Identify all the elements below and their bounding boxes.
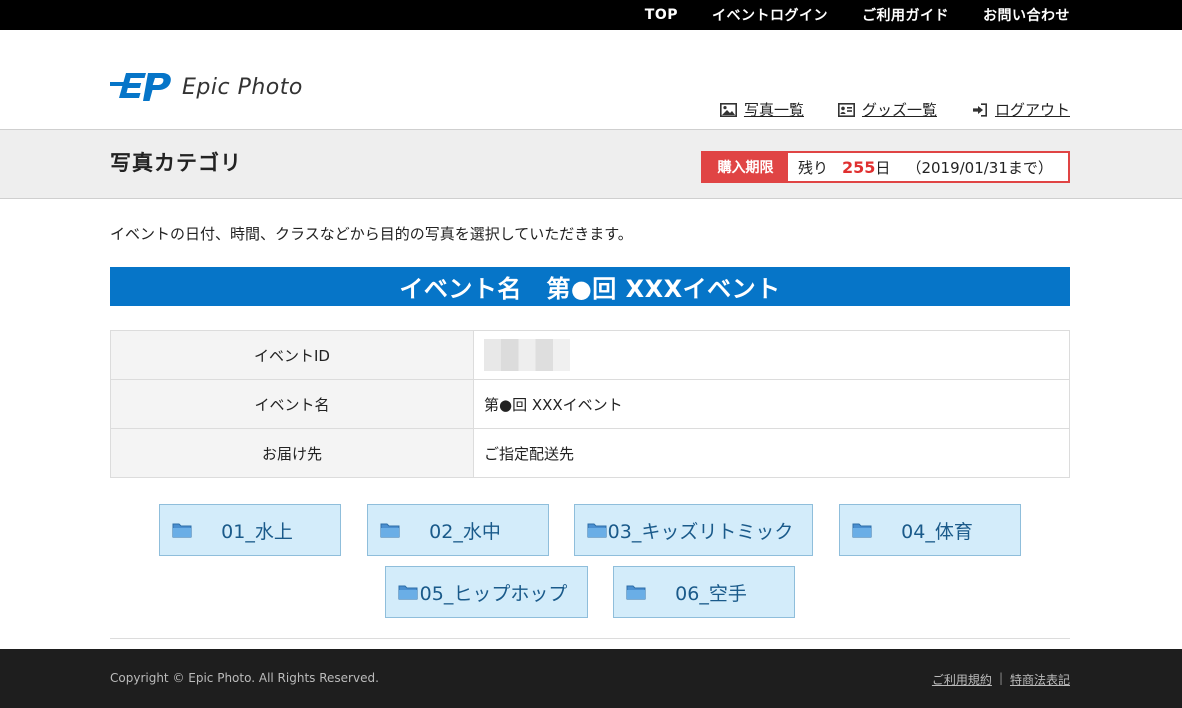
goods-list-link[interactable]: グッズ一覧 xyxy=(837,99,937,120)
page-title: 写真カテゴリ xyxy=(110,151,242,175)
copyright-text: Copyright © Epic Photo. All Rights Reser… xyxy=(110,671,379,685)
event-name-label: イベント名 xyxy=(110,379,474,429)
event-id-value xyxy=(473,330,1070,380)
folder-icon xyxy=(380,523,400,538)
commerce-law-link[interactable]: 特商法表記 xyxy=(1010,671,1070,688)
logo-text: Epic Photo xyxy=(182,74,303,100)
category-button-05[interactable]: 05_ヒップホップ xyxy=(385,566,588,618)
table-row: お届け先 ご指定配送先 xyxy=(110,428,1070,478)
deadline-text: 残り 255日 （2019/01/31まで） xyxy=(798,157,1053,178)
category-button-04[interactable]: 04_体育 xyxy=(839,504,1021,556)
terms-link[interactable]: ご利用規約 xyxy=(932,671,992,688)
category-label: 02_水中 xyxy=(429,520,501,543)
purchase-deadline: 購入期限 残り 255日 （2019/01/31まで） xyxy=(701,151,1070,183)
logout-icon xyxy=(972,102,987,117)
delivery-label: お届け先 xyxy=(110,428,474,478)
content-divider xyxy=(110,638,1070,639)
top-nav: TOP イベントログイン ご利用ガイド お問い合わせ xyxy=(645,0,1070,30)
logout-label: ログアウト xyxy=(994,101,1070,119)
deadline-badge: 購入期限 xyxy=(703,153,788,181)
logo[interactable]: Epic Photo xyxy=(110,70,303,104)
top-nav-event-login[interactable]: イベントログイン xyxy=(712,5,828,25)
intro-text: イベントの日付、時間、クラスなどから目的の写真を選択していただきます。 xyxy=(110,225,633,243)
category-button-03[interactable]: 03_キッズリトミック xyxy=(574,504,813,556)
top-nav-contact[interactable]: お問い合わせ xyxy=(983,5,1070,25)
logout-link[interactable]: ログアウト xyxy=(971,99,1070,120)
footer-separator: | xyxy=(998,671,1003,685)
photo-list-label: 写真一覧 xyxy=(743,101,804,119)
category-label: 01_水上 xyxy=(221,520,293,543)
deadline-date: （2019/01/31まで） xyxy=(906,158,1053,177)
folder-icon xyxy=(172,523,192,538)
top-nav-top[interactable]: TOP xyxy=(645,7,678,23)
event-name-value: 第●回 XXXイベント xyxy=(473,379,1070,429)
event-banner: イベント名 第●回 XXXイベント xyxy=(110,267,1070,306)
event-id-label: イベントID xyxy=(110,330,474,380)
folder-icon xyxy=(852,523,872,538)
event-info-table: イベントID イベント名 第●回 XXXイベント お届け先 ご指定配送先 xyxy=(110,330,1070,478)
folder-icon xyxy=(587,523,607,538)
id-card-icon xyxy=(837,102,855,117)
category-label: 03_キッズリトミック xyxy=(607,520,794,543)
footer-links: ご利用規約 | 特商法表記 xyxy=(932,671,1070,688)
folder-icon xyxy=(626,585,646,600)
deadline-unit: 日 xyxy=(875,158,891,177)
table-row: イベントID xyxy=(110,330,1070,380)
folder-icon xyxy=(398,585,418,600)
table-row: イベント名 第●回 XXXイベント xyxy=(110,379,1070,429)
redacted-value xyxy=(484,339,570,371)
category-button-06[interactable]: 06_空手 xyxy=(613,566,795,618)
title-band: 写真カテゴリ 購入期限 残り 255日 （2019/01/31まで） xyxy=(0,129,1182,199)
category-button-01[interactable]: 01_水上 xyxy=(159,504,341,556)
deadline-prefix: 残り xyxy=(798,158,829,177)
header: Epic Photo 写真一覧 グッズ一覧 ログアウト xyxy=(0,30,1182,129)
category-label: 04_体育 xyxy=(901,520,973,543)
top-bar: TOP イベントログイン ご利用ガイド お問い合わせ xyxy=(0,0,1182,30)
photo-list-link[interactable]: 写真一覧 xyxy=(719,99,804,120)
epic-photo-logo-icon xyxy=(110,73,171,101)
goods-list-label: グッズ一覧 xyxy=(861,101,937,119)
category-label: 05_ヒップホップ xyxy=(419,582,568,605)
deadline-days: 255 xyxy=(842,157,876,177)
delivery-value: ご指定配送先 xyxy=(473,428,1070,478)
category-label: 06_空手 xyxy=(675,582,747,605)
category-button-02[interactable]: 02_水中 xyxy=(367,504,549,556)
sub-nav: 写真一覧 グッズ一覧 ログアウト xyxy=(719,99,1070,120)
top-nav-guide[interactable]: ご利用ガイド xyxy=(862,5,949,25)
image-icon xyxy=(719,102,737,117)
footer: Copyright © Epic Photo. All Rights Reser… xyxy=(0,649,1182,708)
